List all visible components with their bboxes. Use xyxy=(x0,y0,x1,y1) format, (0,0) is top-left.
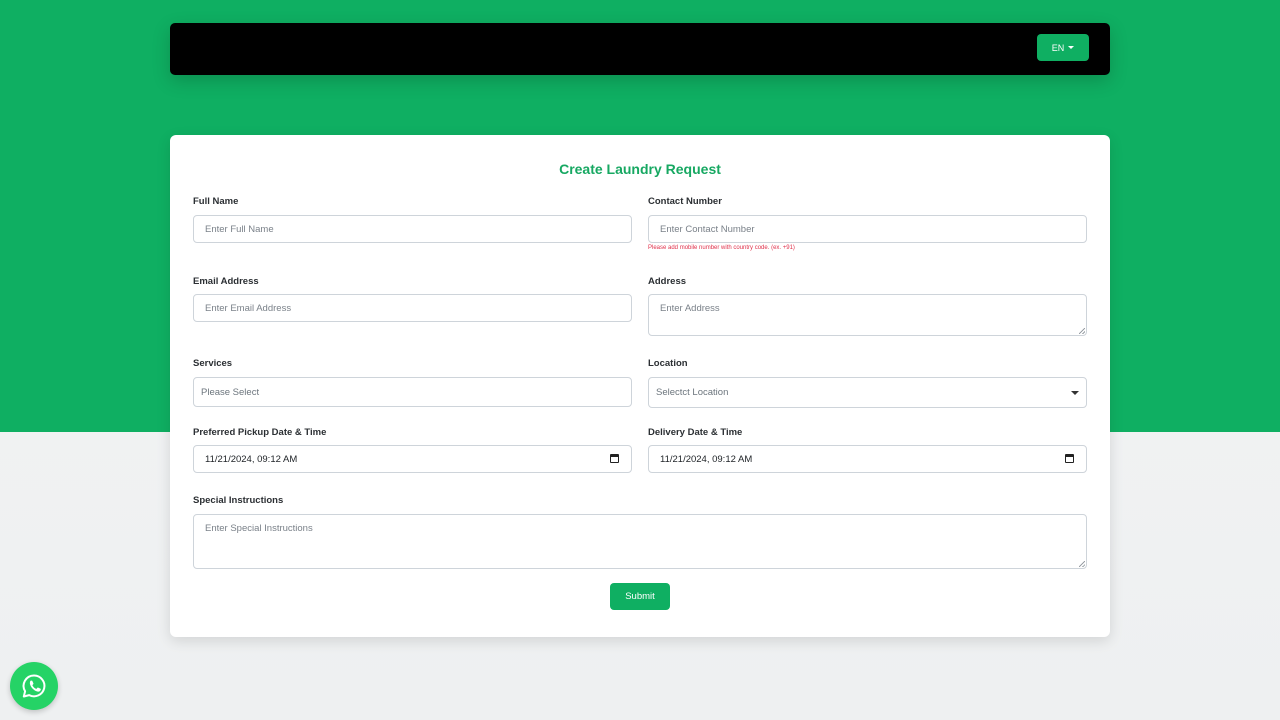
chevron-down-icon xyxy=(1071,390,1079,395)
services-select[interactable]: Please Select xyxy=(193,377,632,407)
services-label: Services xyxy=(193,358,233,369)
resize-handle-icon[interactable] xyxy=(1079,561,1085,567)
contact-number-input[interactable] xyxy=(648,215,1087,243)
full-name-label: Full Name xyxy=(193,196,239,207)
location-placeholder: Selectct Location xyxy=(656,387,729,398)
resize-handle-icon[interactable] xyxy=(1079,328,1085,334)
whatsapp-chat-button[interactable] xyxy=(10,662,58,710)
location-label: Location xyxy=(648,358,688,369)
contact-number-hint: Please add mobile number with country co… xyxy=(648,245,795,251)
contact-number-label: Contact Number xyxy=(648,196,722,207)
delivery-datetime-value: 11/21/2024, 09:12 AM xyxy=(660,453,753,465)
full-name-input[interactable] xyxy=(193,215,632,243)
email-label: Email Address xyxy=(193,276,259,287)
caret-down-icon xyxy=(1068,46,1075,49)
delivery-label: Delivery Date & Time xyxy=(648,427,743,438)
email-input[interactable] xyxy=(193,294,632,322)
delivery-datetime-input[interactable]: 11/21/2024, 09:12 AM xyxy=(648,445,1087,473)
address-textarea[interactable] xyxy=(648,294,1087,336)
language-label: EN xyxy=(1051,42,1065,53)
calendar-icon[interactable] xyxy=(610,454,619,463)
pickup-datetime-value: 11/21/2024, 09:12 AM xyxy=(205,453,298,465)
language-dropdown-button[interactable]: EN xyxy=(1037,34,1089,61)
navbar xyxy=(170,23,1110,75)
calendar-icon[interactable] xyxy=(1065,454,1074,463)
instructions-label: Special Instructions xyxy=(193,495,284,506)
pickup-datetime-input[interactable]: 11/21/2024, 09:12 AM xyxy=(193,445,632,473)
address-label: Address xyxy=(648,276,687,287)
whatsapp-icon xyxy=(22,674,46,698)
location-select[interactable]: Selectct Location xyxy=(648,377,1087,408)
pickup-label: Preferred Pickup Date & Time xyxy=(193,427,327,438)
submit-button[interactable]: Submit xyxy=(610,583,670,610)
instructions-textarea[interactable] xyxy=(193,514,1087,569)
services-placeholder: Please Select xyxy=(201,386,260,398)
form-title: Create Laundry Request xyxy=(559,161,721,177)
